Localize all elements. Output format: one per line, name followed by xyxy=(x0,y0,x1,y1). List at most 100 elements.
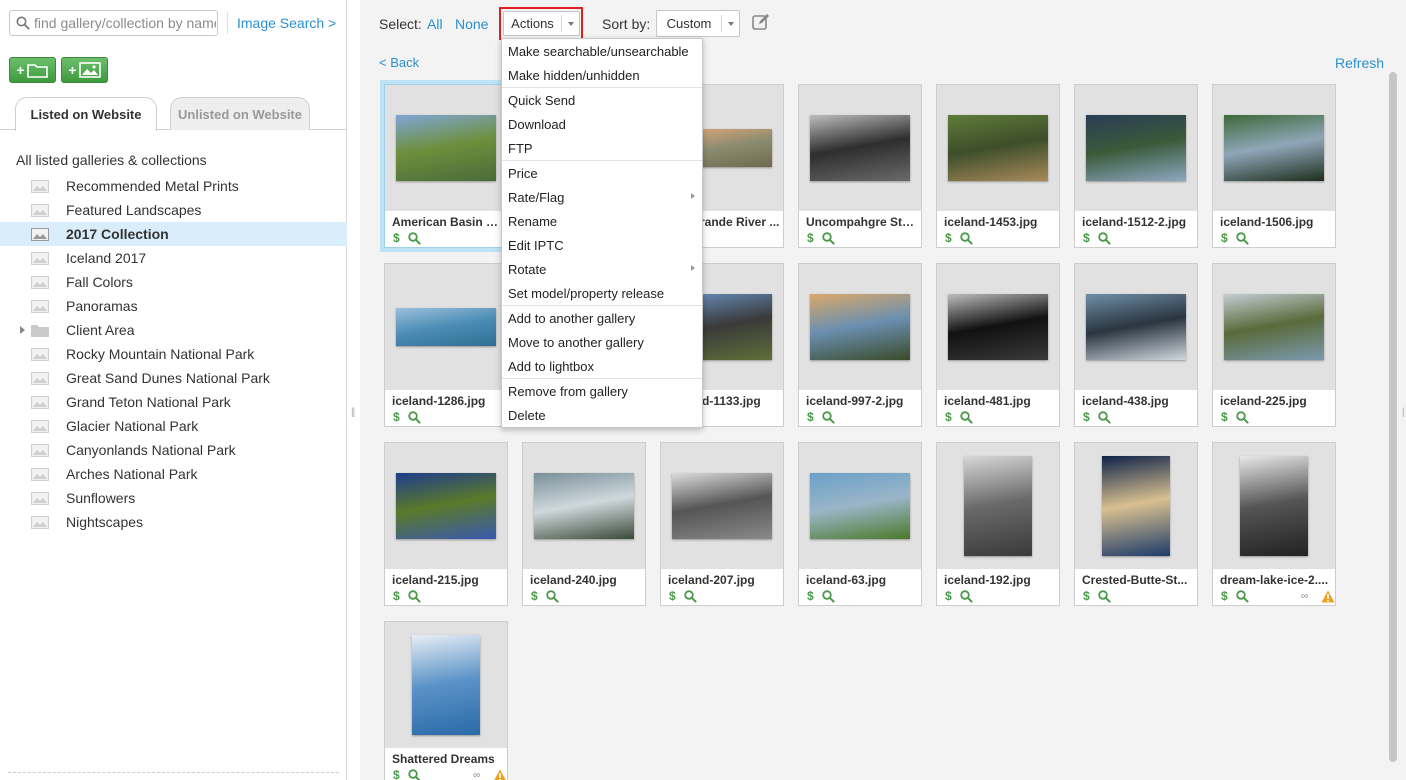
image-thumbnail[interactable] xyxy=(1224,294,1324,360)
menu-item[interactable]: Set model/property release xyxy=(502,281,702,305)
price-icon[interactable]: $ xyxy=(393,410,400,424)
image-card[interactable]: iceland-240.jpg $ xyxy=(522,442,646,606)
image-thumbnail[interactable] xyxy=(396,473,496,539)
price-icon[interactable]: $ xyxy=(945,410,952,424)
image-card[interactable]: iceland-997-2.jpg $ xyxy=(798,263,922,427)
zoom-icon[interactable] xyxy=(407,768,421,780)
menu-item[interactable]: Add to lightbox xyxy=(502,354,702,378)
price-icon[interactable]: $ xyxy=(1221,589,1228,603)
splitter-handle[interactable]: | xyxy=(1402,407,1405,418)
price-icon[interactable]: $ xyxy=(393,768,400,780)
actions-dropdown-button[interactable]: Actions xyxy=(503,11,580,36)
menu-item[interactable]: Remove from gallery xyxy=(502,379,702,403)
image-card[interactable]: iceland-192.jpg $ xyxy=(936,442,1060,606)
search-input[interactable] xyxy=(34,14,216,32)
scrollbar-thumb[interactable] xyxy=(1389,72,1397,762)
menu-item[interactable]: Make searchable/unsearchable xyxy=(502,39,702,63)
add-image-button[interactable]: + xyxy=(61,57,108,83)
image-card[interactable]: iceland-1453.jpg $ xyxy=(936,84,1060,248)
menu-item[interactable]: Download xyxy=(502,112,702,136)
price-icon[interactable]: $ xyxy=(1083,410,1090,424)
image-card[interactable]: Uncompahgre Sto... $ xyxy=(798,84,922,248)
sidebar-item[interactable]: Arches National Park xyxy=(0,462,347,486)
select-all-link[interactable]: All xyxy=(427,16,443,32)
zoom-icon[interactable] xyxy=(1097,589,1111,603)
sidebar-item[interactable]: Iceland 2017 xyxy=(0,246,347,270)
sidebar-item[interactable]: Panoramas xyxy=(0,294,347,318)
image-thumbnail[interactable] xyxy=(534,473,634,539)
menu-item[interactable]: Add to another gallery xyxy=(502,306,702,330)
image-thumbnail[interactable] xyxy=(412,635,480,735)
edit-icon[interactable] xyxy=(752,13,770,31)
image-card[interactable]: iceland-215.jpg $ xyxy=(384,442,508,606)
menu-item[interactable]: Rename xyxy=(502,209,702,233)
image-thumbnail[interactable] xyxy=(672,473,772,539)
tab-unlisted-on-website[interactable]: Unlisted on Website xyxy=(170,97,310,130)
image-thumbnail[interactable] xyxy=(1240,456,1308,556)
price-icon[interactable]: $ xyxy=(1083,589,1090,603)
sidebar-item[interactable]: Glacier National Park xyxy=(0,414,347,438)
zoom-icon[interactable] xyxy=(407,231,421,245)
menu-item[interactable]: Edit IPTC xyxy=(502,233,702,257)
sidebar-item[interactable]: Great Sand Dunes National Park xyxy=(0,366,347,390)
zoom-icon[interactable] xyxy=(1235,410,1249,424)
menu-item[interactable]: Rotate xyxy=(502,257,702,281)
sort-select[interactable]: Custom xyxy=(656,10,740,37)
price-icon[interactable]: $ xyxy=(807,231,814,245)
zoom-icon[interactable] xyxy=(1097,231,1111,245)
image-thumbnail[interactable] xyxy=(810,473,910,539)
zoom-icon[interactable] xyxy=(407,589,421,603)
sidebar-item[interactable]: Nightscapes xyxy=(0,510,347,534)
price-icon[interactable]: $ xyxy=(531,589,538,603)
zoom-icon[interactable] xyxy=(683,589,697,603)
price-icon[interactable]: $ xyxy=(807,410,814,424)
zoom-icon[interactable] xyxy=(545,589,559,603)
image-thumbnail[interactable] xyxy=(1224,115,1324,181)
back-link[interactable]: < Back xyxy=(379,55,419,70)
zoom-icon[interactable] xyxy=(959,410,973,424)
sidebar-item[interactable]: Fall Colors xyxy=(0,270,347,294)
image-thumbnail[interactable] xyxy=(396,308,496,346)
sidebar-item[interactable]: Client Area xyxy=(0,318,347,342)
image-thumbnail[interactable] xyxy=(948,115,1048,181)
image-thumbnail[interactable] xyxy=(1102,456,1170,556)
zoom-icon[interactable] xyxy=(959,231,973,245)
image-card[interactable]: American Basin S... $ xyxy=(384,84,508,248)
zoom-icon[interactable] xyxy=(959,589,973,603)
sidebar-item[interactable]: Canyonlands National Park xyxy=(0,438,347,462)
image-thumbnail[interactable] xyxy=(1086,115,1186,181)
menu-item[interactable]: FTP xyxy=(502,136,702,160)
image-card[interactable]: iceland-207.jpg $ xyxy=(660,442,784,606)
price-icon[interactable]: $ xyxy=(945,231,952,245)
sidebar-item[interactable]: Featured Landscapes xyxy=(0,198,347,222)
image-thumbnail[interactable] xyxy=(1086,294,1186,360)
select-none-link[interactable]: None xyxy=(455,16,488,32)
menu-item[interactable]: Move to another gallery xyxy=(502,330,702,354)
price-icon[interactable]: $ xyxy=(393,231,400,245)
sidebar-item[interactable]: Grand Teton National Park xyxy=(0,390,347,414)
image-card[interactable]: iceland-63.jpg $ xyxy=(798,442,922,606)
price-icon[interactable]: $ xyxy=(1083,231,1090,245)
sidebar-item[interactable]: Recommended Metal Prints xyxy=(0,174,347,198)
expand-arrow-icon[interactable] xyxy=(20,326,25,334)
price-icon[interactable]: $ xyxy=(1221,410,1228,424)
price-icon[interactable]: $ xyxy=(393,589,400,603)
image-thumbnail[interactable] xyxy=(396,115,496,181)
image-card[interactable]: iceland-1512-2.jpg $ xyxy=(1074,84,1198,248)
image-card[interactable]: iceland-225.jpg $ xyxy=(1212,263,1336,427)
tab-listed-on-website[interactable]: Listed on Website xyxy=(15,97,157,131)
sidebar-item[interactable]: 2017 Collection xyxy=(0,222,347,246)
zoom-icon[interactable] xyxy=(1235,231,1249,245)
menu-item[interactable]: Delete xyxy=(502,403,702,427)
image-card[interactable]: iceland-438.jpg $ xyxy=(1074,263,1198,427)
image-card[interactable]: dream-lake-ice-2.... $ ∞ xyxy=(1212,442,1336,606)
menu-item[interactable]: Price xyxy=(502,161,702,185)
splitter-handle[interactable]: || xyxy=(351,407,355,418)
menu-item[interactable]: Quick Send xyxy=(502,88,702,112)
price-icon[interactable]: $ xyxy=(1221,231,1228,245)
image-card[interactable]: iceland-1286.jpg $ xyxy=(384,263,508,427)
price-icon[interactable]: $ xyxy=(669,589,676,603)
image-thumbnail[interactable] xyxy=(948,294,1048,360)
image-thumbnail[interactable] xyxy=(810,294,910,360)
menu-item[interactable]: Rate/Flag xyxy=(502,185,702,209)
